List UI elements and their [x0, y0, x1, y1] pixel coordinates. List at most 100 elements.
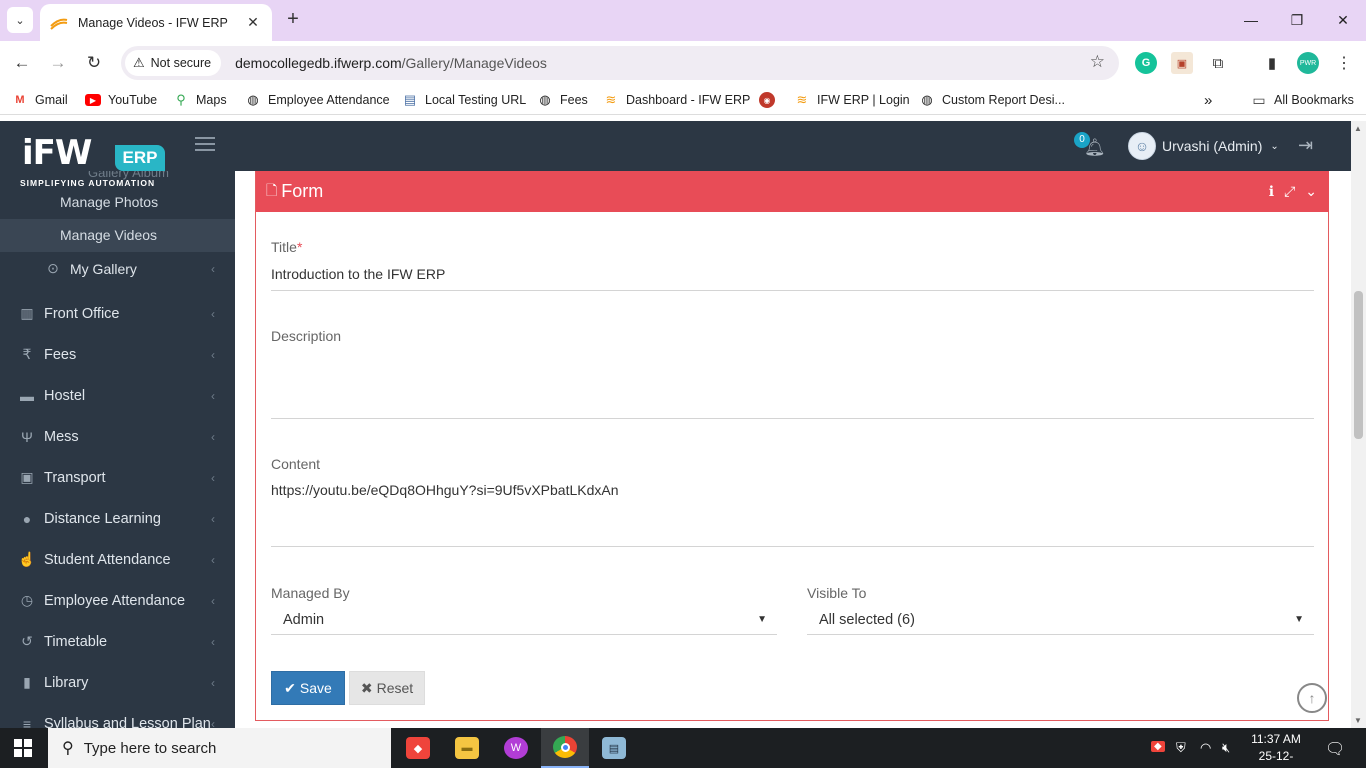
sidebar-item-my-gallery[interactable]: ⊙ My Gallery ‹	[0, 248, 235, 289]
notification-center-icon[interactable]: 🗨︎	[1325, 739, 1345, 759]
sidebar-item-label: Syllabus and Lesson Plan	[44, 715, 211, 729]
bookmark-ifw-login[interactable]: ≋ IFW ERP | Login	[794, 91, 910, 109]
logout-icon[interactable]: ⇥	[1298, 135, 1313, 156]
sidebar-item-library[interactable]: ▮ Library ‹	[0, 662, 235, 703]
sidebar-item-student-attendance[interactable]: ☝ Student Attendance ‹	[0, 539, 235, 580]
security-chip[interactable]: ⚠ Not secure	[125, 50, 222, 76]
content-underline	[271, 546, 1314, 547]
chevron-left-icon: ‹	[211, 470, 215, 485]
scroll-up-arrow-icon[interactable]: ▲	[1354, 124, 1362, 133]
bookmark-maps[interactable]: ⚲ Maps	[173, 91, 226, 109]
all-bookmarks-button[interactable]: ▭ All Bookmarks	[1251, 91, 1354, 109]
reload-icon[interactable]: ↻	[82, 51, 106, 75]
save-button[interactable]: ✔ Save	[271, 671, 345, 705]
sidebar-item-fees[interactable]: ₹ Fees ‹	[0, 334, 235, 375]
reset-button[interactable]: ✖ Reset	[349, 671, 425, 705]
taskbar-app-wps[interactable]: W	[492, 728, 540, 768]
bookmark-label: Gmail	[35, 93, 68, 107]
url-host: democollegedb.ifwerp.com	[235, 55, 402, 71]
taskbar-app-notes[interactable]: ▤	[590, 728, 638, 768]
taskbar-clock[interactable]: 11:37 AM 25-12-2023	[1247, 731, 1305, 782]
expand-icon[interactable]: ⤢	[1284, 183, 1295, 200]
window-minimize-button[interactable]: —	[1236, 8, 1266, 32]
sidebar-item-distance-learning[interactable]: ● Distance Learning ‹	[0, 498, 235, 539]
bookmark-star-icon[interactable]: ☆	[1090, 52, 1105, 72]
chrome-icon	[553, 736, 577, 758]
document-icon: ▤	[403, 92, 417, 107]
windows-start-icon[interactable]	[14, 739, 32, 757]
address-bar[interactable]: ⚠ Not secure democollegedb.ifwerp.com/Ga…	[121, 46, 1119, 80]
taskbar-app-chrome[interactable]	[541, 728, 589, 768]
sidebar-item-mess[interactable]: Ψ Mess ‹	[0, 416, 235, 457]
description-textarea[interactable]	[271, 355, 1314, 415]
ifw-icon: ≋	[796, 92, 808, 107]
grammarly-extension-icon[interactable]: G	[1135, 52, 1157, 74]
browser-tab-active[interactable]: Manage Videos - IFW ERP ✕	[40, 4, 272, 41]
scroll-to-top-button[interactable]: ↑	[1297, 683, 1327, 713]
book-icon: ▮	[23, 674, 31, 690]
hamburger-menu-icon[interactable]	[195, 137, 215, 151]
bookmarks-overflow-button[interactable]: »	[1204, 91, 1212, 109]
reset-button-label: Reset	[376, 680, 414, 696]
side-panel-icon[interactable]: ▮	[1261, 52, 1283, 74]
ifw-favicon-icon	[50, 18, 68, 30]
sidebar-item-hostel[interactable]: ▬ Hostel ‹	[0, 375, 235, 416]
times-icon: ✖	[360, 679, 373, 696]
user-menu[interactable]: ☺ Urvashi (Admin) ⌄	[1128, 132, 1279, 160]
sidebar-item-front-office[interactable]: ▥ Front Office ‹	[0, 293, 235, 334]
scrollbar-thumb[interactable]	[1354, 291, 1363, 439]
speaker-muted-icon[interactable]: 🔇︎	[1222, 740, 1230, 756]
bookmark-app[interactable]: ◉	[759, 91, 782, 109]
profile-avatar-icon[interactable]: PWR	[1297, 52, 1319, 74]
title-label-text: Title	[271, 239, 297, 255]
forward-arrow-icon[interactable]: →	[46, 51, 70, 75]
anydesk-tray-icon[interactable]: ◆	[1151, 741, 1165, 752]
taskbar-app-file-explorer[interactable]: ▬	[443, 728, 491, 768]
content-label: Content	[271, 456, 321, 472]
browser-menu-icon[interactable]: ⋮	[1333, 52, 1355, 74]
tab-close-icon[interactable]: ✕	[244, 14, 262, 31]
bookmark-dashboard[interactable]: ≋ Dashboard - IFW ERP	[603, 91, 751, 109]
back-arrow-icon[interactable]: ←	[10, 51, 34, 75]
sidebar-item-manage-photos[interactable]: Manage Photos	[0, 186, 235, 219]
bookmark-gmail[interactable]: M Gmail	[12, 91, 68, 109]
collapse-chevron-icon[interactable]: ⌄	[1305, 183, 1317, 200]
bookmark-local-testing[interactable]: ▤ Local Testing URL	[402, 91, 526, 109]
visible-to-select[interactable]: All selected (6) ▼	[807, 607, 1314, 635]
sidebar-item-syllabus[interactable]: ≡ Syllabus and Lesson Plan ‹	[0, 703, 235, 729]
content-textarea[interactable]: https://youtu.be/eQDq8OHhguY?si=9Uf5vXPb…	[271, 482, 619, 498]
notifications-bell[interactable]: 🔔︎ 0	[1074, 132, 1106, 159]
bookmark-employee-attendance[interactable]: ◍ Employee Attendance	[245, 91, 389, 109]
scroll-down-arrow-icon[interactable]: ▼	[1354, 716, 1362, 725]
sidebar-item-timetable[interactable]: ↺ Timetable ‹	[0, 621, 235, 662]
bookmark-custom-report[interactable]: ◍ Custom Report Desi...	[919, 91, 1065, 109]
sidebar-item-employee-attendance[interactable]: ◷ Employee Attendance ‹	[0, 580, 235, 621]
warning-triangle-icon: ⚠	[133, 55, 145, 70]
info-icon[interactable]: ℹ	[1269, 183, 1274, 200]
bed-icon: ▬	[20, 387, 34, 404]
globe-icon: ◍	[921, 92, 933, 107]
url-text[interactable]: democollegedb.ifwerp.com/Gallery/ManageV…	[235, 55, 547, 71]
utensils-icon: Ψ	[21, 428, 33, 445]
new-tab-button[interactable]: +	[282, 8, 304, 30]
taskbar-search-box[interactable]: ⚲ Type here to search	[48, 728, 391, 768]
managed-by-select[interactable]: Admin ▼	[271, 607, 777, 635]
tab-search-button[interactable]: ⌄	[7, 7, 33, 33]
sidebar-item-label: Library	[44, 674, 89, 691]
title-input[interactable]: Introduction to the IFW ERP	[271, 266, 445, 282]
security-tray-icon[interactable]: ⛨	[1176, 740, 1186, 756]
sidebar-item-label: Transport	[44, 469, 106, 486]
window-restore-button[interactable]: ❐	[1282, 8, 1312, 32]
extension-shield-icon[interactable]: ▣	[1171, 52, 1193, 74]
bookmark-fees[interactable]: ◍ Fees	[537, 91, 587, 109]
taskbar-app-anydesk[interactable]: ◆	[394, 728, 442, 768]
ifw-erp-logo[interactable]: iFW ERP SIMPLIFYING AUTOMATION	[20, 129, 170, 188]
bookmarks-bar: M Gmail ▶ YouTube ⚲ Maps ◍ Employee Attendan…	[0, 85, 1366, 115]
extensions-puzzle-icon[interactable]: ⧉	[1207, 52, 1229, 74]
bookmark-youtube[interactable]: ▶ YouTube	[85, 91, 157, 109]
visible-to-label: Visible To	[807, 585, 867, 601]
window-close-button[interactable]: ✕	[1328, 8, 1358, 32]
page-scrollbar[interactable]: ▲ ▼	[1351, 121, 1366, 728]
sidebar-item-transport[interactable]: ▣ Transport ‹	[0, 457, 235, 498]
wifi-icon[interactable]: ◠	[1200, 740, 1211, 756]
